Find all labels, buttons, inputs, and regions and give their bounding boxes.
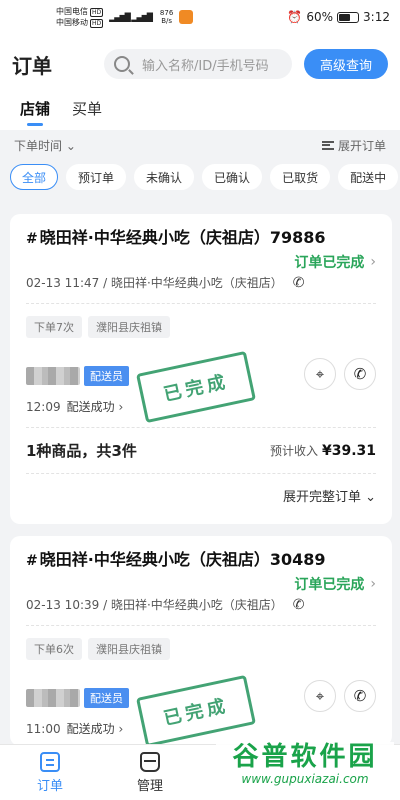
phone-icon[interactable]: ✆ [293,275,305,291]
filter-row: 下单时间 ⌄ 展开订单 [0,130,400,160]
sort-dropdown[interactable]: 下单时间 ⌄ [14,137,76,154]
app-notification-icon [179,10,194,24]
chip-preorder[interactable]: 预订单 [66,164,127,190]
nav-orders-label: 订单 [36,778,63,794]
hd-badge: HD [90,19,104,28]
battery-icon [337,11,360,23]
expected-income: 预计收入 ¥39.31 [269,443,376,459]
status-filter-chips: 全部 预订单 未确认 已确认 已取货 配送中 [0,160,400,198]
order-card[interactable]: # 晓田祥·中华经典小吃（庆祖店）79886 订单已完成 › 02-13 11:4… [10,214,392,524]
chip-picked-up[interactable]: 已取货 [270,164,331,190]
order-time-shop: 02-13 11:47 / 晓田祥·中华经典小吃（庆祖店） [26,276,283,290]
carrier-1: 中国电信 [56,7,88,16]
divider [26,427,376,428]
chevron-right-icon: › [370,254,376,270]
expand-full-order-button[interactable]: 展开完整订单 ⌄ [26,486,376,505]
divider [26,625,376,626]
location-pin-icon[interactable]: ⌖ [304,358,336,390]
carrier-2: 中国移动 [56,18,88,27]
chevron-down-icon: ⌄ [365,490,376,505]
location-tag: 濮阳县庆祖镇 [88,638,170,660]
order-title: # 晓田祥·中华经典小吃（庆祖店）79886 [26,228,326,247]
chip-confirmed[interactable]: 已确认 [202,164,263,190]
location-pin-icon[interactable]: ⌖ [304,680,336,712]
site-watermark: 谷普软件园 www.gupuxiazai.com [216,742,394,794]
nav-manage[interactable]: 管理 [100,745,200,800]
divider [26,473,376,474]
order-time-shop: 02-13 10:39 / 晓田祥·中华经典小吃（庆祖店） [26,598,283,612]
courier-role-badge: 配送员 [84,366,129,386]
search-placeholder: 输入名称/ID/手机号码 [142,58,269,74]
status-bar: 中国电信 HD 中国移动 HD ▂▄▆█ ▂▄▆█ 876 B/s ⏰ 60% 3:… [0,0,400,34]
nav-manage-label: 管理 [136,778,163,794]
header: 订单 输入名称/ID/手机号码 高级查询 [0,34,400,94]
courier-role-badge: 配送员 [84,688,129,708]
order-status[interactable]: 订单已完成 [294,574,364,594]
item-summary: 1种商品，共3件 [26,442,137,460]
order-title: # 晓田祥·中华经典小吃（庆祖店）30489 [26,550,326,569]
chip-all[interactable]: 全部 [10,164,59,190]
tab-bar: 店铺 买单 [0,94,400,130]
hd-badge: HD [90,8,104,17]
nav-orders[interactable]: 订单 [0,745,100,800]
expand-orders-button[interactable]: 展开订单 [321,137,386,154]
order-count-tag: 下单6次 [26,638,82,660]
order-status[interactable]: 订单已完成 [294,252,364,272]
chevron-right-icon: › [370,576,376,592]
order-card[interactable]: # 晓田祥·中华经典小吃（庆祖店）30489 订单已完成 › 02-13 10:3… [10,536,392,746]
signal-icon: ▂▄▆█ ▂▄▆█ [109,12,153,22]
chip-unconfirmed[interactable]: 未确认 [134,164,195,190]
phone-icon[interactable]: ✆ [344,358,376,390]
chevron-right-icon: › [118,722,124,736]
phone-icon[interactable]: ✆ [293,597,305,613]
location-tag: 濮阳县庆祖镇 [88,316,170,338]
tab-shop[interactable]: 店铺 [20,94,50,130]
manage-icon [140,751,160,772]
search-icon [114,56,130,72]
orders-icon [40,751,60,772]
chevron-right-icon: › [118,400,124,414]
courier-name-blurred [26,689,80,707]
chip-delivering[interactable]: 配送中 [338,164,399,190]
courier-name-blurred [26,367,80,385]
tab-pay-bill[interactable]: 买单 [72,94,102,130]
clock: 3:12 [363,10,390,24]
divider [26,303,376,304]
carrier-info: 中国电信 HD 中国移动 HD [56,6,104,28]
order-count-tag: 下单7次 [26,316,82,338]
chevron-down-icon: ⌄ [65,138,76,153]
phone-icon[interactable]: ✆ [344,680,376,712]
battery-text: 60% [306,10,334,24]
page-title: 订单 [12,53,52,78]
alarm-icon: ⏰ [287,10,303,24]
list-icon [321,140,334,150]
advanced-query-button[interactable]: 高级查询 [303,49,388,79]
net-speed: 876 B/s [159,9,174,25]
search-input[interactable]: 输入名称/ID/手机号码 [104,49,292,79]
